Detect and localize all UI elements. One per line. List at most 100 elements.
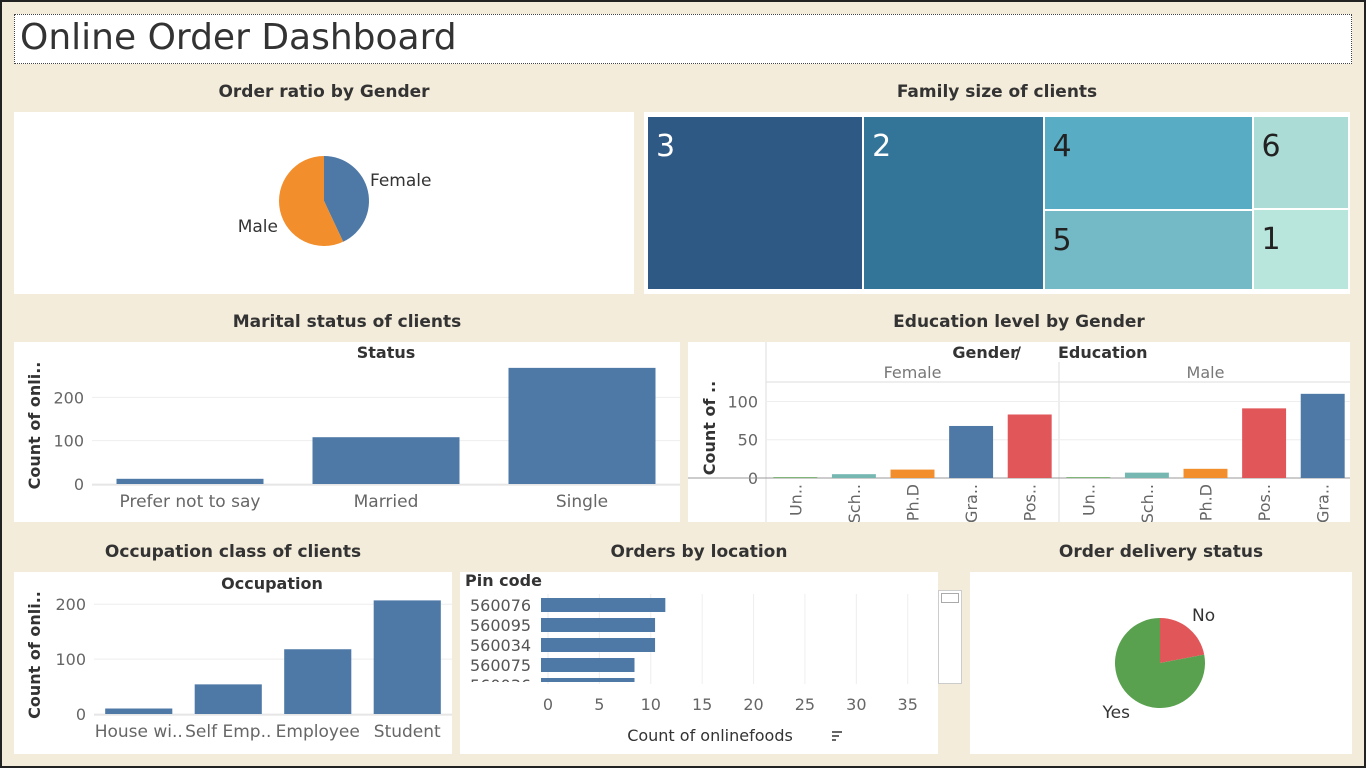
scrollbar-thumb[interactable] bbox=[941, 593, 959, 603]
y-axis-label: Count of onli.. bbox=[25, 362, 44, 490]
x-tick-label: Single bbox=[556, 492, 608, 512]
bar bbox=[541, 598, 666, 612]
y-tick-label: 100 bbox=[53, 432, 84, 451]
bar bbox=[1066, 477, 1111, 478]
pie-label-female: Female bbox=[370, 171, 431, 191]
delivery-chart-title: Order delivery status bbox=[1058, 542, 1264, 562]
delivery-pie-chart[interactable]: No Yes bbox=[970, 572, 1352, 754]
x-tick-label: 35 bbox=[898, 695, 918, 714]
y-tick-label: 50 bbox=[738, 431, 758, 450]
bar bbox=[541, 618, 656, 632]
y-tick-label: 560034 bbox=[470, 636, 531, 655]
x-tick-label: 30 bbox=[846, 695, 866, 714]
bar bbox=[773, 477, 818, 478]
treemap-cell-6[interactable]: 6 bbox=[1252, 116, 1349, 210]
treemap-cell-5[interactable]: 5 bbox=[1043, 209, 1253, 290]
dashboard-title-box: Online Order Dashboard bbox=[14, 14, 1352, 64]
location-chart-title: Orders by location bbox=[610, 542, 788, 562]
x-tick-label: Self Emp.. bbox=[185, 722, 271, 742]
bar bbox=[105, 708, 173, 714]
treemap-cell-3[interactable]: 3 bbox=[647, 116, 864, 290]
education-bar-chart[interactable]: Gender / Education050100Count of ..Femal… bbox=[688, 342, 1350, 523]
treemap-cell-4[interactable]: 4 bbox=[1043, 116, 1253, 210]
bar bbox=[1007, 414, 1052, 478]
dashboard-title: Online Order Dashboard bbox=[20, 17, 457, 58]
chart-header: Occupation bbox=[221, 574, 323, 593]
family-treemap-panel[interactable]: 3 2 4 5 6 1 bbox=[644, 112, 1350, 294]
x-tick-label: 0 bbox=[543, 695, 553, 714]
gender-pie-chart[interactable]: Female Male bbox=[14, 112, 634, 294]
x-tick-label: 25 bbox=[795, 695, 815, 714]
bar bbox=[194, 684, 262, 714]
x-tick-label: 10 bbox=[641, 695, 661, 714]
education-chart-panel[interactable]: Gender / Education 0 50 100 Count of .. Femal… bbox=[688, 342, 1350, 523]
occupation-chart-panel[interactable]: Occupation 0 100 200 Count of onli.. House wi… bbox=[14, 572, 452, 754]
facet-label-male: Male bbox=[1187, 363, 1225, 382]
bar bbox=[116, 478, 264, 484]
marital-chart-title: Marital status of clients bbox=[232, 312, 462, 332]
location-header: Pin code bbox=[465, 572, 542, 590]
bar bbox=[541, 678, 635, 682]
treemap-label-5: 5 bbox=[1052, 222, 1072, 258]
y-axis-label: Count of .. bbox=[700, 381, 719, 475]
pie-label-no: No bbox=[1192, 606, 1215, 626]
marital-bar-chart[interactable]: Status 0 100 200 Count of onli.. Prefer not t… bbox=[14, 342, 680, 522]
treemap-label-3: 3 bbox=[656, 129, 676, 164]
bar bbox=[1242, 408, 1287, 478]
y-axis-label: Count of onli.. bbox=[25, 591, 44, 719]
facet-label-female: Female bbox=[884, 363, 942, 382]
y-tick-label: 560076 bbox=[470, 596, 531, 615]
delivery-chart-panel[interactable]: No Yes bbox=[970, 572, 1352, 754]
y-tick-label: 100 bbox=[55, 650, 86, 669]
y-tick-label: 200 bbox=[53, 388, 84, 407]
treemap-cell-2[interactable]: 2 bbox=[863, 116, 1044, 290]
y-tick-label: 560095 bbox=[470, 616, 531, 635]
bar bbox=[541, 638, 656, 652]
treemap-label-4: 4 bbox=[1052, 129, 1072, 164]
y-tick-label: 0 bbox=[76, 705, 86, 724]
bar bbox=[831, 474, 876, 478]
occupation-bar-chart[interactable]: Occupation 0 100 200 Count of onli.. House wi… bbox=[14, 572, 452, 754]
location-bar-chart[interactable]: Pin code 0 5 10 15 20 25 30 35 560076560095560034… bbox=[460, 571, 938, 754]
bar bbox=[1300, 393, 1345, 478]
treemap-label-1: 1 bbox=[1261, 222, 1281, 258]
location-rows: 560076560095560034560075560036 bbox=[470, 596, 666, 682]
bar bbox=[373, 600, 441, 714]
x-tick-label: Prefer not to say bbox=[120, 492, 261, 512]
bar bbox=[541, 658, 635, 672]
treemap-cell-1[interactable]: 1 bbox=[1252, 209, 1349, 290]
x-tick-label: Gra.. bbox=[1314, 484, 1333, 522]
x-tick-label: 5 bbox=[594, 695, 604, 714]
x-axis-label: Count of onlinefoods bbox=[627, 726, 793, 745]
gender-chart-panel[interactable]: Female Male bbox=[14, 112, 634, 294]
x-tick-label: Married bbox=[354, 492, 419, 512]
sort-icon bbox=[832, 731, 842, 741]
bar bbox=[1183, 468, 1228, 478]
x-tick-label: Un.. bbox=[1079, 484, 1098, 516]
x-tick-label: Pos.. bbox=[1255, 484, 1274, 521]
education-header-separator: / bbox=[1004, 343, 1032, 362]
pie-label-male: Male bbox=[238, 217, 278, 237]
x-tick-label: Pos.. bbox=[1021, 484, 1040, 521]
gender-chart-title: Order ratio by Gender bbox=[218, 82, 430, 102]
x-tick-label: 20 bbox=[743, 695, 763, 714]
x-tick-label: House wi.. bbox=[95, 722, 183, 742]
y-tick-label: 0 bbox=[74, 475, 84, 494]
x-tick-label: Ph.D bbox=[1197, 484, 1216, 521]
location-chart-panel[interactable]: Pin code 0 5 10 15 20 25 30 35 560076 560095 560034… bbox=[460, 571, 938, 754]
bar bbox=[1124, 472, 1169, 478]
bar bbox=[284, 649, 352, 714]
y-tick-label: 200 bbox=[55, 595, 86, 614]
x-tick-label: Employee bbox=[276, 722, 360, 742]
family-chart-title: Family size of clients bbox=[896, 82, 1098, 102]
x-tick-label: 15 bbox=[692, 695, 712, 714]
location-scrollbar[interactable] bbox=[938, 590, 962, 684]
y-tick-label: 560075 bbox=[470, 656, 531, 675]
pie-label-yes: Yes bbox=[1102, 703, 1131, 723]
bar bbox=[949, 425, 994, 478]
x-tick-label: Ph.D bbox=[904, 484, 923, 521]
bar bbox=[890, 469, 935, 478]
bar bbox=[508, 367, 656, 484]
marital-chart-panel[interactable]: Status 0 100 200 Count of onli.. Prefer not t… bbox=[14, 342, 680, 522]
x-tick-label: Sch.. bbox=[1138, 484, 1157, 522]
